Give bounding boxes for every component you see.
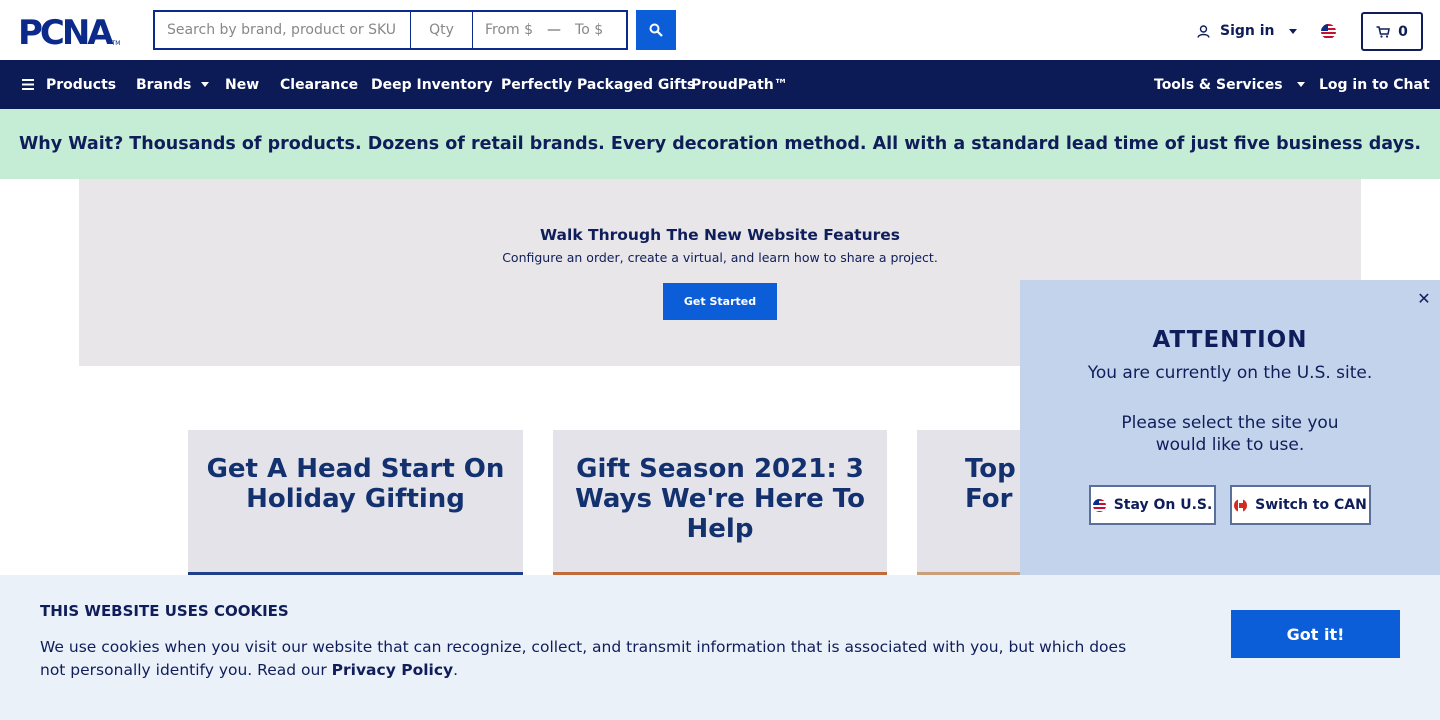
card-gift-season[interactable]: Gift Season 2021: 3 Ways We're Here To H… bbox=[553, 430, 887, 575]
attention-instruction: Please select the site you would like to… bbox=[1121, 413, 1339, 455]
search-button[interactable] bbox=[636, 10, 676, 50]
cart-count: 0 bbox=[1398, 23, 1408, 40]
get-started-button[interactable]: Get Started bbox=[663, 283, 777, 320]
nav-products-label: Products bbox=[46, 76, 117, 93]
feature-subtitle: Configure an order, create a virtual, an… bbox=[502, 250, 938, 265]
close-icon[interactable]: ✕ bbox=[1414, 288, 1434, 308]
attention-title: ATTENTION bbox=[1152, 327, 1308, 353]
main-nav: Products Brands New Clearance Deep Inven… bbox=[0, 60, 1440, 109]
price-to-input[interactable]: To $ bbox=[575, 22, 603, 38]
switch-can-button[interactable]: Switch to CAN bbox=[1230, 485, 1371, 525]
search-icon bbox=[649, 23, 663, 37]
stay-us-button[interactable]: Stay On U.S. bbox=[1089, 485, 1216, 525]
card-title: Get A Head Start On Holiday Gifting bbox=[206, 454, 505, 514]
attention-current-site: You are currently on the U.S. site. bbox=[1087, 363, 1373, 383]
us-flag-icon[interactable] bbox=[1321, 24, 1336, 39]
cookie-body: We use cookies when you visit our websit… bbox=[40, 638, 1127, 679]
chevron-down-icon bbox=[201, 82, 210, 87]
privacy-policy-link[interactable]: Privacy Policy bbox=[332, 661, 454, 679]
nav-tools-label: Tools & Services bbox=[1154, 76, 1283, 93]
cookie-title: THIS WEBSITE USES COOKIES bbox=[40, 602, 289, 620]
logo-trademark: TM bbox=[111, 40, 121, 47]
cookie-text: We use cookies when you visit our websit… bbox=[40, 636, 1140, 682]
price-dash: — bbox=[547, 22, 562, 38]
price-range: From $ — To $ bbox=[473, 22, 626, 38]
cart-button[interactable]: 0 bbox=[1361, 12, 1423, 51]
card-holiday-gifting[interactable]: Get A Head Start On Holiday Gifting bbox=[188, 430, 523, 575]
qty-input[interactable]: Qty bbox=[411, 12, 473, 48]
promo-text: Why Wait? Thousands of products. Dozens … bbox=[18, 134, 1422, 154]
nav-deep-inventory[interactable]: Deep Inventory bbox=[371, 60, 493, 109]
got-it-button[interactable]: Got it! bbox=[1231, 610, 1400, 658]
cookie-banner: THIS WEBSITE USES COOKIES We use cookies… bbox=[0, 575, 1440, 720]
nav-proudpath[interactable]: ProudPath™ bbox=[691, 60, 788, 109]
nav-new[interactable]: New bbox=[225, 60, 259, 109]
site-header: PCNA TM Search by brand, product or SKU … bbox=[0, 0, 1440, 60]
sign-in-menu[interactable]: Sign in bbox=[1197, 20, 1297, 42]
feature-title: Walk Through The New Website Features bbox=[540, 226, 900, 244]
switch-can-label: Switch to CAN bbox=[1255, 497, 1367, 513]
nav-gifts[interactable]: Perfectly Packaged Gifts bbox=[501, 60, 695, 109]
promo-banner: Why Wait? Thousands of products. Dozens … bbox=[0, 109, 1440, 179]
user-icon bbox=[1197, 24, 1210, 38]
cookie-period: . bbox=[453, 661, 459, 679]
nav-clearance[interactable]: Clearance bbox=[280, 60, 358, 109]
hamburger-icon bbox=[22, 79, 34, 90]
card-title: Gift Season 2021: 3 Ways We're Here To H… bbox=[575, 454, 865, 544]
pcna-logo[interactable]: PCNA TM bbox=[18, 13, 121, 53]
price-from-input[interactable]: From $ bbox=[485, 22, 533, 38]
nav-tools-services[interactable]: Tools & Services bbox=[1154, 60, 1305, 109]
logo-text: PCNA bbox=[18, 13, 114, 53]
nav-brands[interactable]: Brands bbox=[136, 60, 210, 109]
nav-products[interactable]: Products bbox=[22, 60, 116, 109]
canada-flag-icon bbox=[1234, 498, 1248, 512]
us-flag-icon bbox=[1092, 498, 1106, 512]
sign-in-label: Sign in bbox=[1220, 23, 1275, 39]
chevron-down-icon bbox=[1288, 28, 1297, 34]
nav-chat-login[interactable]: Log in to Chat bbox=[1319, 60, 1430, 109]
search-bar: Search by brand, product or SKU Qty From… bbox=[153, 10, 628, 50]
search-input[interactable]: Search by brand, product or SKU bbox=[155, 12, 411, 48]
site-region-popup: ✕ ATTENTION You are currently on the U.S… bbox=[1020, 280, 1440, 580]
stay-us-label: Stay On U.S. bbox=[1113, 497, 1213, 513]
cart-icon bbox=[1376, 25, 1391, 38]
chevron-down-icon bbox=[1296, 82, 1305, 87]
nav-brands-label: Brands bbox=[136, 76, 192, 93]
